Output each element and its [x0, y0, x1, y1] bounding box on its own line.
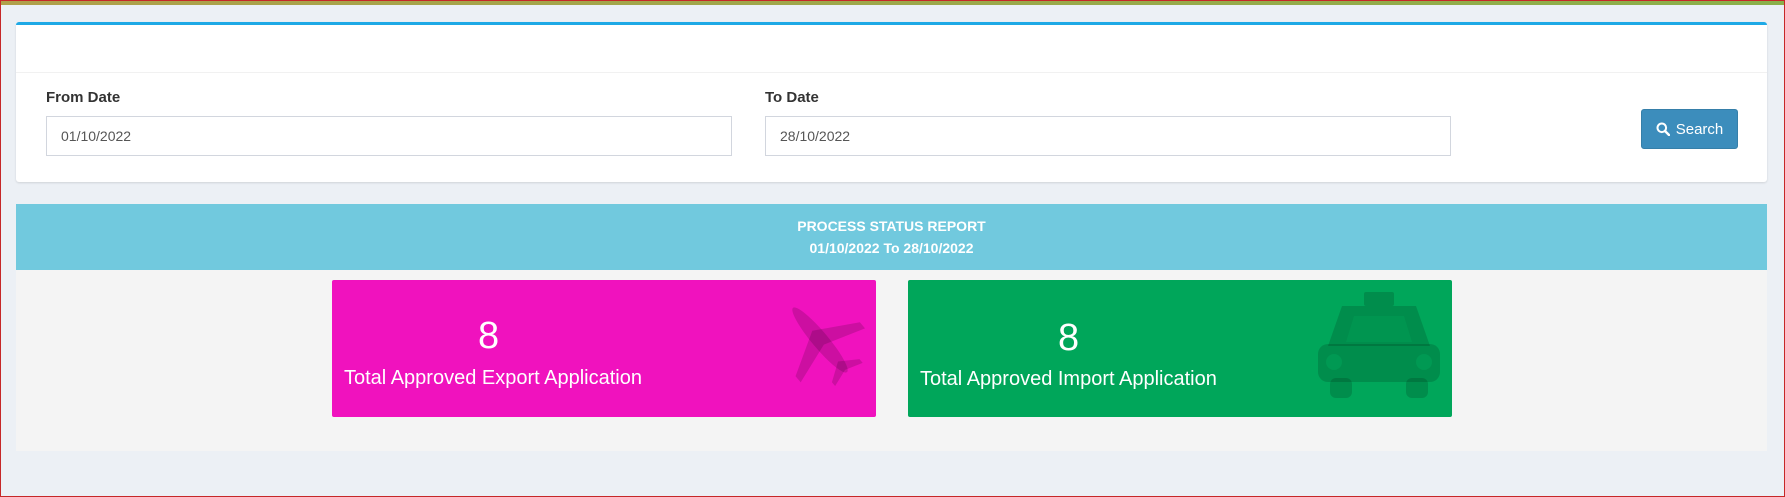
taxi-icon [1318, 292, 1440, 398]
from-date-label: From Date [46, 89, 121, 106]
report-header: PROCESS STATUS REPORT 01/10/2022 To 28/1… [16, 204, 1767, 270]
from-date-input[interactable]: 01/10/2022 [46, 116, 732, 156]
search-icon [1656, 122, 1670, 136]
import-stat-card[interactable]: 8 Total Approved Import Application [908, 280, 1452, 417]
date-filter-panel: From Date 01/10/2022 To Date 28/10/2022 … [16, 22, 1767, 182]
export-stat-card[interactable]: 8 Total Approved Export Application [332, 280, 876, 417]
search-button[interactable]: Search [1641, 109, 1738, 149]
to-date-label: To Date [765, 89, 819, 106]
top-accent-strip [1, 1, 1784, 5]
to-date-input[interactable]: 28/10/2022 [765, 116, 1451, 156]
search-button-label: Search [1675, 120, 1724, 138]
panel-header [16, 25, 1767, 73]
export-caption: Total Approved Export Application [344, 367, 642, 389]
report-date-range: 01/10/2022 To 28/10/2022 [809, 240, 974, 256]
import-caption: Total Approved Import Application [920, 368, 1217, 390]
report-title: PROCESS STATUS REPORT [797, 218, 986, 234]
plane-icon [792, 307, 866, 386]
export-count: 8 [478, 315, 500, 357]
report-body: 8 Total Approved Export Application 8 To… [16, 270, 1767, 451]
import-count: 8 [1058, 317, 1080, 359]
